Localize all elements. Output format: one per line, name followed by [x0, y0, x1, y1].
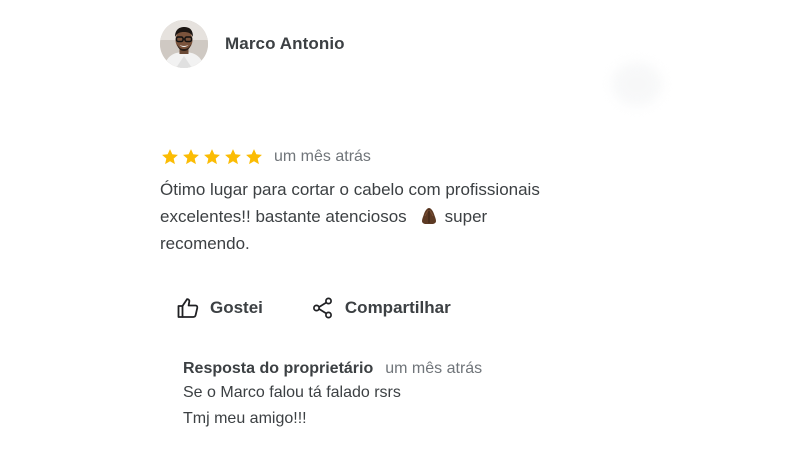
- star-icon: [160, 147, 180, 167]
- owner-response: Resposta do proprietário um mês atrás Se…: [183, 360, 603, 432]
- review-time: um mês atrás: [274, 148, 371, 165]
- share-button-label: Compartilhar: [344, 298, 451, 317]
- owner-response-line: Se o Marco falou tá falado rsrs: [183, 384, 401, 401]
- owner-response-title: Resposta do proprietário: [183, 360, 374, 377]
- share-icon: [311, 296, 335, 320]
- review-text-segment: excelentes!! bastante atenciosos: [160, 207, 407, 226]
- owner-response-time: um mês atrás: [385, 360, 483, 377]
- author-name[interactable]: Marco Antonio: [225, 34, 345, 54]
- review-rating-row: um mês atrás: [160, 146, 371, 168]
- review-text-segment: super: [444, 207, 488, 226]
- review-text-line: recomendo.: [160, 234, 250, 253]
- like-button[interactable]: Gostei: [176, 296, 263, 320]
- review-actions: Gostei Compartilhar: [176, 296, 451, 320]
- author-avatar[interactable]: [160, 20, 208, 68]
- review-text-line: excelentes!! bastante atenciosos super: [160, 203, 620, 230]
- star-rating: [160, 147, 265, 167]
- review-text: Ótimo lugar para cortar o cabelo com pro…: [160, 176, 620, 257]
- owner-response-header: Resposta do proprietário um mês atrás: [183, 360, 603, 378]
- share-button[interactable]: Compartilhar: [311, 296, 451, 320]
- thumbs-up-icon: [176, 296, 200, 320]
- review-text-line: Ótimo lugar para cortar o cabelo com pro…: [160, 180, 540, 199]
- owner-response-line: Tmj meu amigo!!!: [183, 410, 307, 427]
- star-icon: [181, 147, 201, 167]
- like-button-label: Gostei: [210, 298, 263, 317]
- avatar-photo-icon: [160, 20, 208, 68]
- star-icon: [202, 147, 222, 167]
- star-icon: [223, 147, 243, 167]
- praying-hands-emoji-icon: [419, 206, 439, 226]
- star-icon: [244, 147, 264, 167]
- background-smudge: [612, 62, 662, 106]
